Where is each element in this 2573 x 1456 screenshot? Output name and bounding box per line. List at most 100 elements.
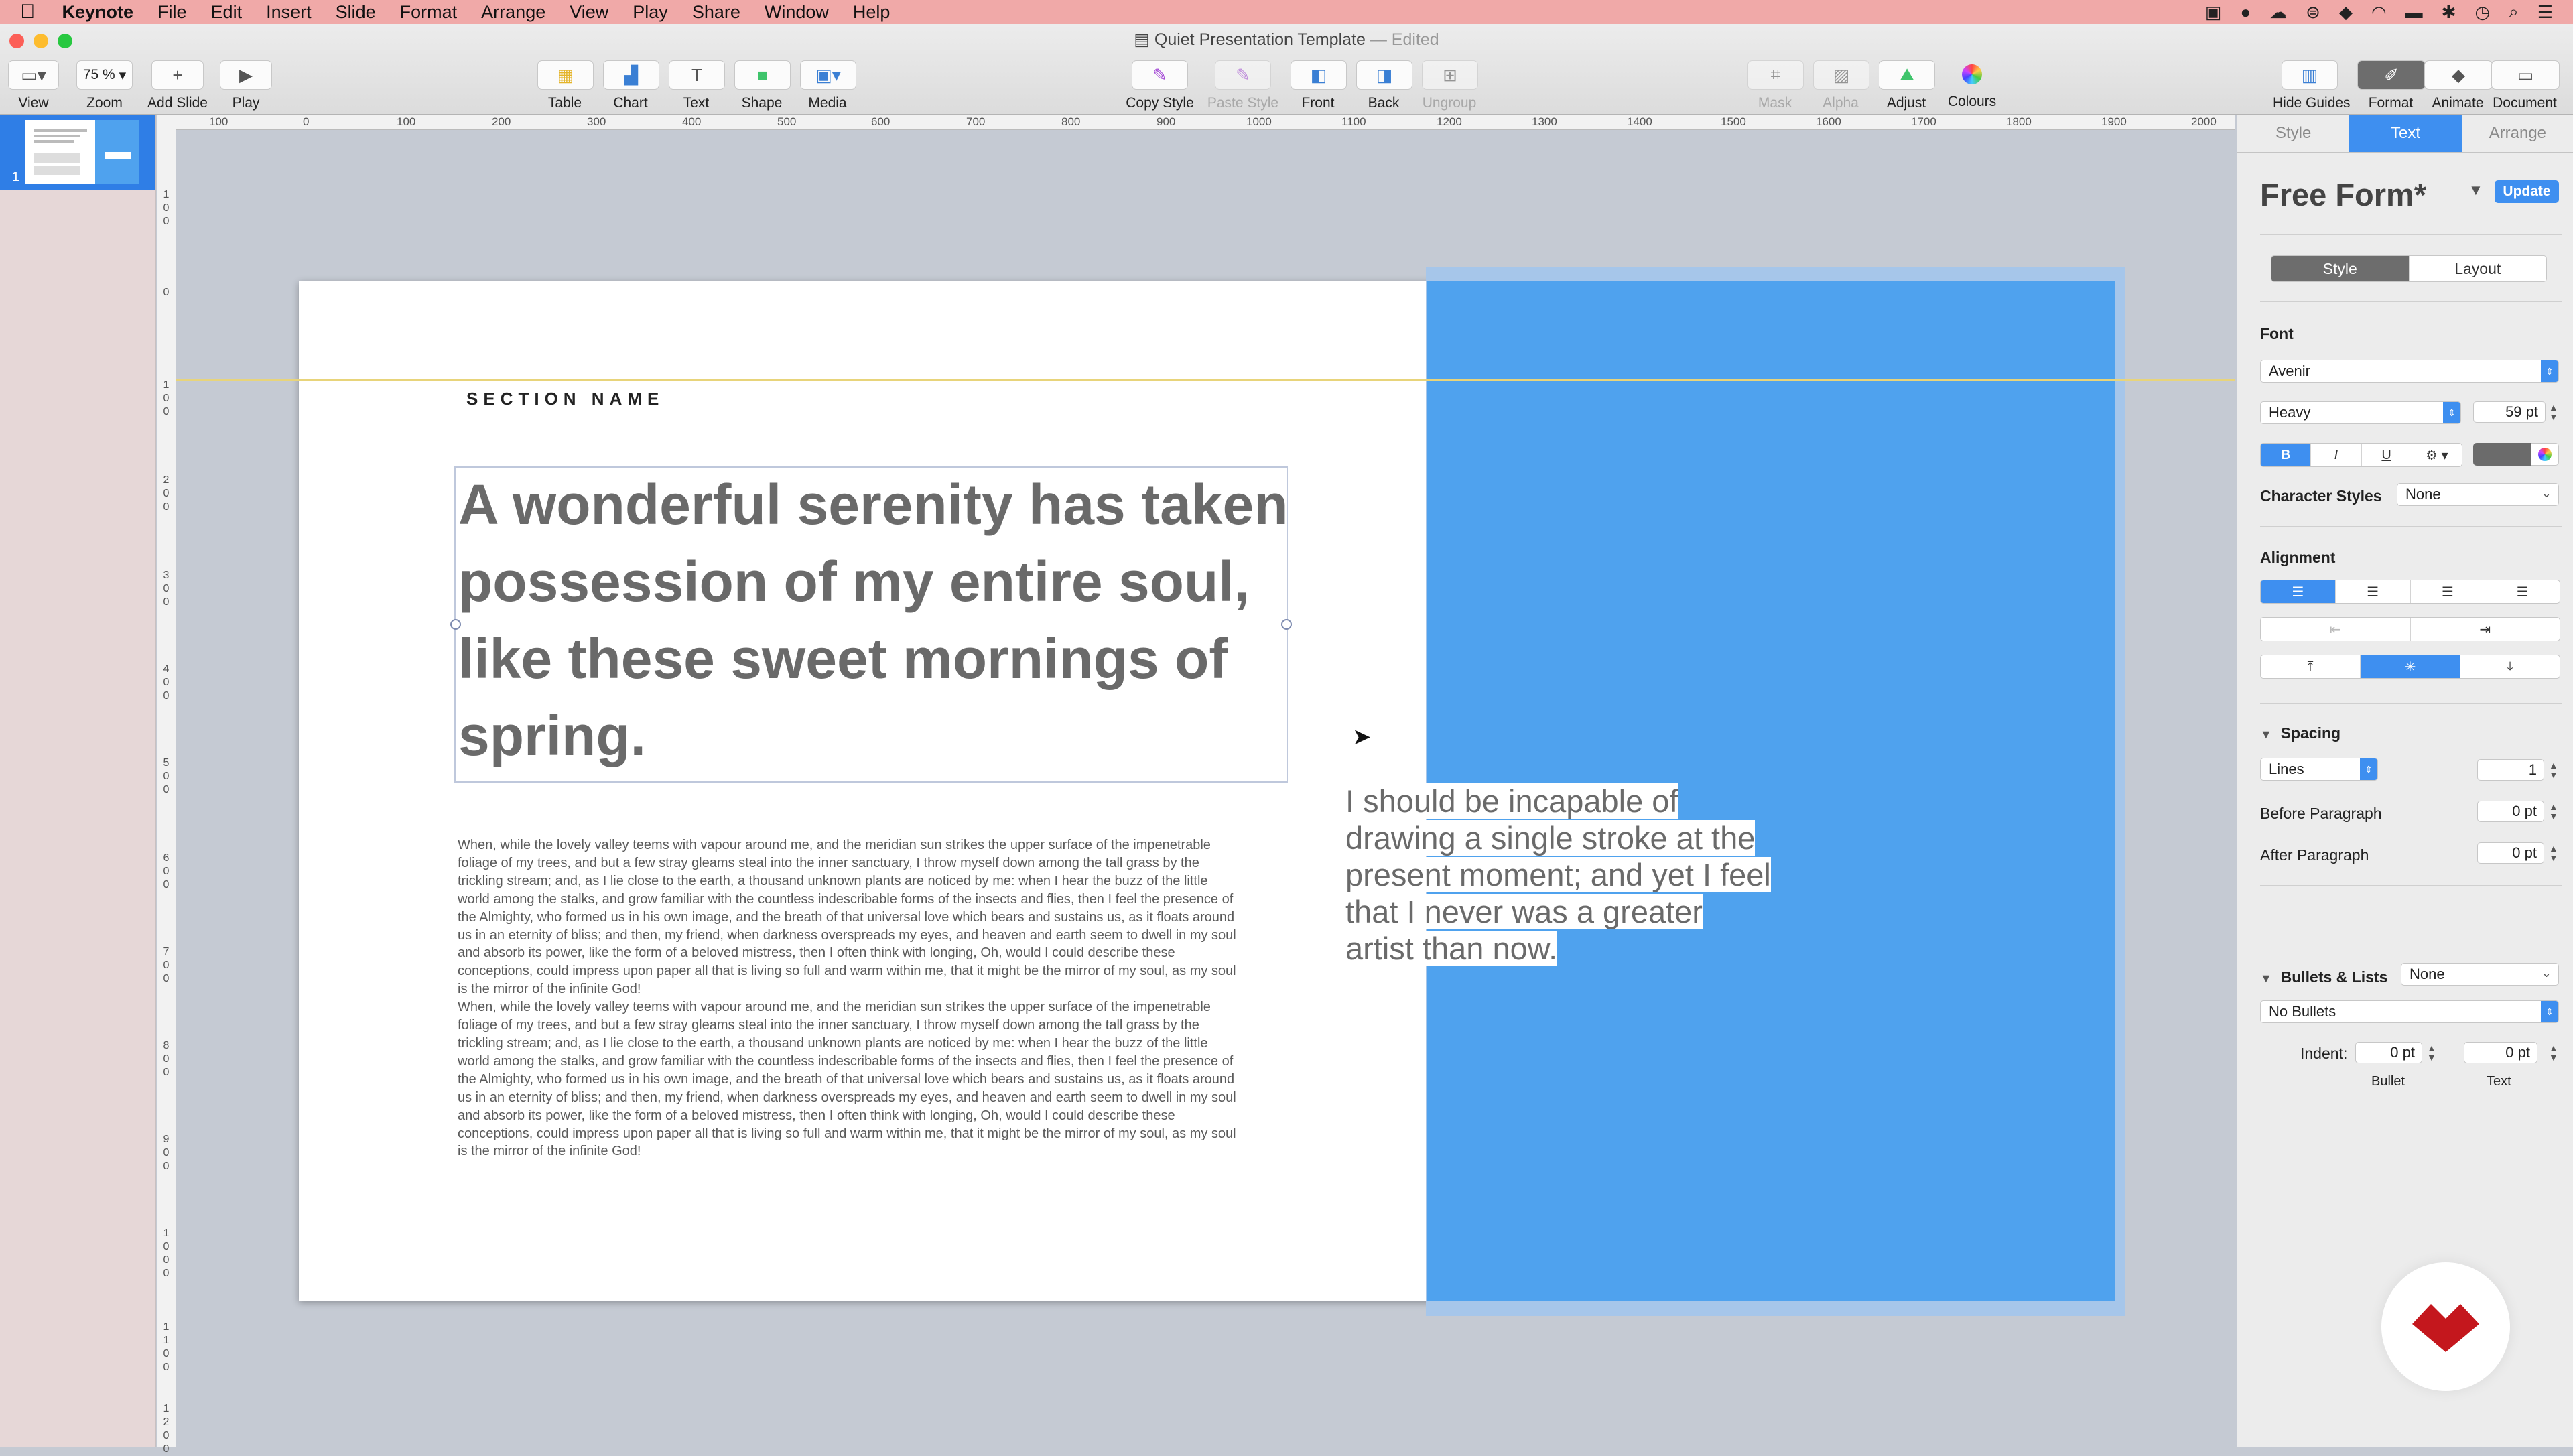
mask-icon[interactable]: ⌗ [1747, 60, 1804, 90]
format-control[interactable]: ✐ Format [2357, 60, 2426, 111]
paste-style-control[interactable]: ✎ Paste Style [1206, 60, 1280, 111]
align-left-icon[interactable]: ☰ [2261, 580, 2336, 603]
update-button[interactable]: Update [2495, 180, 2559, 203]
media-control[interactable]: ▣▾ Media [800, 60, 856, 111]
tab-style[interactable]: Style [2237, 115, 2349, 152]
after-paragraph-field[interactable]: 0 pt [2477, 842, 2544, 864]
bullets-section-header[interactable]: ▼ Bullets & Lists [2260, 968, 2387, 986]
cloud-icon[interactable]: ☁ [2269, 2, 2287, 23]
font-size-stepper-icon[interactable]: ▲ ▼ [2549, 403, 2558, 421]
subtab-layout[interactable]: Layout [2410, 256, 2547, 281]
align-top-icon[interactable]: ⤒ [2261, 655, 2361, 678]
text-options-gear-button[interactable]: ⚙ ▾ [2412, 444, 2462, 466]
chart-control[interactable]: ▟ Chart [603, 60, 659, 111]
menu-view[interactable]: View [570, 2, 608, 23]
italic-button[interactable]: I [2311, 444, 2362, 466]
apple-menu-icon[interactable]:  [20, 1, 36, 23]
alpha-control[interactable]: ▨ Alpha [1813, 60, 1869, 111]
headline-text[interactable]: A wonderful serenity has taken possessio… [458, 466, 1289, 775]
play-icon[interactable]: ▶ [220, 60, 272, 90]
line-spacing-stepper-icon[interactable]: ▲ ▼ [2549, 760, 2558, 779]
add-slide-icon[interactable]: + [151, 60, 204, 90]
animate-control[interactable]: ◆ Animate [2424, 60, 2493, 111]
menu-window[interactable]: Window [765, 2, 829, 23]
increase-indent-icon[interactable]: ⇥ [2411, 618, 2560, 641]
add-slide-control[interactable]: + Add Slide [147, 60, 208, 111]
text-box-icon[interactable]: T [669, 60, 725, 90]
copy-style-control[interactable]: ✎ Copy Style [1123, 60, 1197, 111]
menu-file[interactable]: File [157, 2, 187, 23]
align-center-icon[interactable]: ☰ [2336, 580, 2411, 603]
menu-arrange[interactable]: Arrange [481, 2, 545, 23]
front-control[interactable]: ◧ Front [1291, 60, 1347, 111]
before-paragraph-stepper-icon[interactable]: ▲ ▼ [2549, 802, 2558, 821]
adjust-control[interactable]: ⛰ Adjust [1879, 60, 1935, 111]
menu-format[interactable]: Format [400, 2, 458, 23]
zoom-select[interactable]: 75 % ▾ [76, 60, 133, 90]
paragraph-style-dropdown-icon[interactable]: ▼ [2468, 182, 2483, 199]
mask-control[interactable]: ⌗ Mask [1747, 60, 1804, 111]
eyedropper-icon[interactable]: ✎ [1132, 60, 1188, 90]
before-paragraph-field[interactable]: 0 pt [2477, 801, 2544, 822]
ungroup-icon[interactable]: ⊞ [1422, 60, 1478, 90]
after-paragraph-stepper-icon[interactable]: ▲ ▼ [2549, 844, 2558, 862]
clock-icon[interactable]: ◷ [2475, 2, 2490, 23]
quote-text-box[interactable]: I should be incapable of drawing a singl… [1345, 783, 1774, 967]
font-size-field[interactable]: 59 pt [2473, 401, 2546, 423]
font-family-select[interactable]: Avenir ⇕ [2260, 360, 2559, 383]
hide-guides-control[interactable]: ▥ Hide Guides [2273, 60, 2351, 111]
body-text-box[interactable]: When, while the lovely valley teems with… [458, 836, 1242, 1161]
colour-wheel-icon[interactable] [1944, 60, 1999, 88]
text-indent-field[interactable]: 0 pt [2464, 1042, 2537, 1063]
bluetooth-icon[interactable]: ✱ [2442, 2, 2456, 23]
view-control[interactable]: ▭▾ View [8, 60, 59, 111]
paste-style-icon[interactable]: ✎ [1215, 60, 1271, 90]
character-styles-select[interactable]: None ⌄ [2397, 483, 2559, 506]
spacing-mode-select[interactable]: Lines ⇕ [2260, 758, 2378, 781]
align-bottom-icon[interactable]: ⤓ [2460, 655, 2560, 678]
shape-icon[interactable]: ■ [734, 60, 791, 90]
zoom-control[interactable]: 75 % ▾ Zoom [76, 60, 133, 111]
table-control[interactable]: ▦ Table [537, 60, 594, 111]
line-spacing-field[interactable]: 1 [2477, 759, 2544, 781]
list-style-select[interactable]: None ⌄ [2401, 963, 2559, 986]
tab-arrange[interactable]: Arrange [2462, 115, 2573, 152]
slide-thumbnail-selected[interactable]: 1 [0, 115, 155, 190]
document-panel-icon[interactable]: ▭ [2491, 60, 2560, 90]
menu-app-name[interactable]: Keynote [62, 2, 134, 23]
align-right-icon[interactable]: ☰ [2411, 580, 2486, 603]
bring-to-front-icon[interactable]: ◧ [1291, 60, 1347, 90]
tab-text[interactable]: Text [2349, 115, 2462, 152]
color-wheel-button[interactable] [2531, 443, 2559, 466]
menu-slide[interactable]: Slide [336, 2, 376, 23]
menu-edit[interactable]: Edit [211, 2, 243, 23]
chart-icon[interactable]: ▟ [603, 60, 659, 90]
guides-icon[interactable]: ▥ [2282, 60, 2338, 90]
subtab-style[interactable]: Style [2271, 256, 2410, 281]
shape-control[interactable]: ■ Shape [734, 60, 791, 111]
send-to-back-icon[interactable]: ◨ [1356, 60, 1412, 90]
dropbox-icon[interactable]: ◆ [2339, 2, 2353, 23]
bullet-indent-field[interactable]: 0 pt [2355, 1042, 2422, 1063]
table-icon[interactable]: ▦ [537, 60, 594, 90]
text-control[interactable]: T Text [669, 60, 725, 111]
align-justify-icon[interactable]: ☰ [2485, 580, 2560, 603]
text-indent-stepper-icon[interactable]: ▲ ▼ [2549, 1043, 2558, 1062]
spacing-section-header[interactable]: ▼ Spacing [2260, 724, 2340, 742]
menu-share[interactable]: Share [692, 2, 740, 23]
animate-diamond-icon[interactable]: ◆ [2424, 60, 2493, 90]
play-control[interactable]: ▶ Play [218, 60, 273, 111]
colours-control[interactable]: Colours [1944, 60, 1999, 110]
adjust-image-icon[interactable]: ⛰ [1879, 60, 1935, 90]
flag-icon[interactable]: ▬ [2405, 2, 2423, 23]
ungroup-control[interactable]: ⊞ Ungroup [1422, 60, 1478, 111]
format-brush-icon[interactable]: ✐ [2357, 60, 2426, 90]
bold-button[interactable]: B [2261, 444, 2312, 466]
text-color-well[interactable] [2473, 443, 2531, 466]
media-icon[interactable]: ▣▾ [800, 60, 856, 90]
sync-icon[interactable]: ⊜ [2306, 2, 2320, 23]
view-icon[interactable]: ▭▾ [8, 60, 59, 90]
menu-help[interactable]: Help [853, 2, 890, 23]
slide-thumbnail[interactable] [25, 120, 139, 184]
bullet-type-select[interactable]: No Bullets ⇕ [2260, 1000, 2559, 1023]
